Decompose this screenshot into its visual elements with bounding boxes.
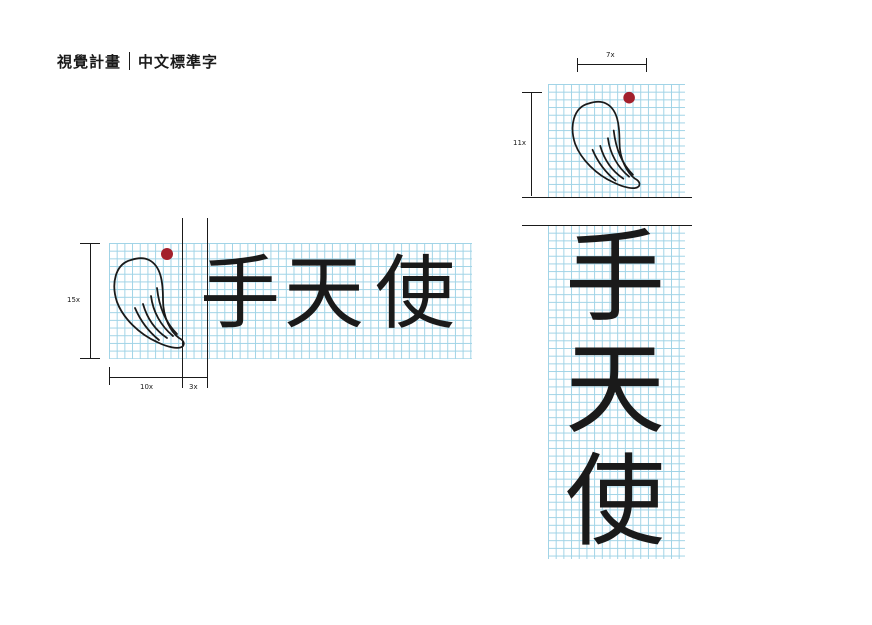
dim-tick-top-left <box>577 58 578 72</box>
dim-tick-left <box>109 367 110 385</box>
dim-tick-bottom <box>80 358 100 359</box>
wing-logo-icon <box>113 248 185 349</box>
dim-label-wing-width: 10x <box>140 383 154 391</box>
dim-label-logo-height: 11x <box>513 139 527 147</box>
dim-tick-logo-top <box>522 92 542 93</box>
wordmark-char-2: 天 <box>284 247 364 340</box>
dim-line-top <box>577 64 647 65</box>
dim-tick-top-right <box>646 58 647 72</box>
title-main: 視覺計畫 <box>57 52 122 71</box>
wordmark-char-1: 手 <box>200 247 280 340</box>
dim-tick-top <box>80 243 100 244</box>
dim-line-bottom <box>109 377 207 378</box>
dim-line-height <box>90 243 91 359</box>
title-sub: 中文標準字 <box>138 52 219 71</box>
vertical-char-1: 手 <box>565 219 665 336</box>
dim-line-logo-height <box>531 92 532 196</box>
wing-logo-icon-vertical <box>571 91 641 189</box>
title-divider <box>129 52 131 70</box>
page-title: 視覺計畫 中文標準字 <box>57 50 218 72</box>
dim-label-width: 7x <box>606 51 615 59</box>
wordmark-char-3: 使 <box>375 247 455 340</box>
vertical-char-2: 天 <box>565 331 665 448</box>
dim-label-height: 15x <box>67 296 81 304</box>
guide-line-logo-bottom <box>522 197 692 198</box>
dim-label-gap: 3x <box>189 383 198 391</box>
vertical-char-3: 使 <box>565 443 665 560</box>
